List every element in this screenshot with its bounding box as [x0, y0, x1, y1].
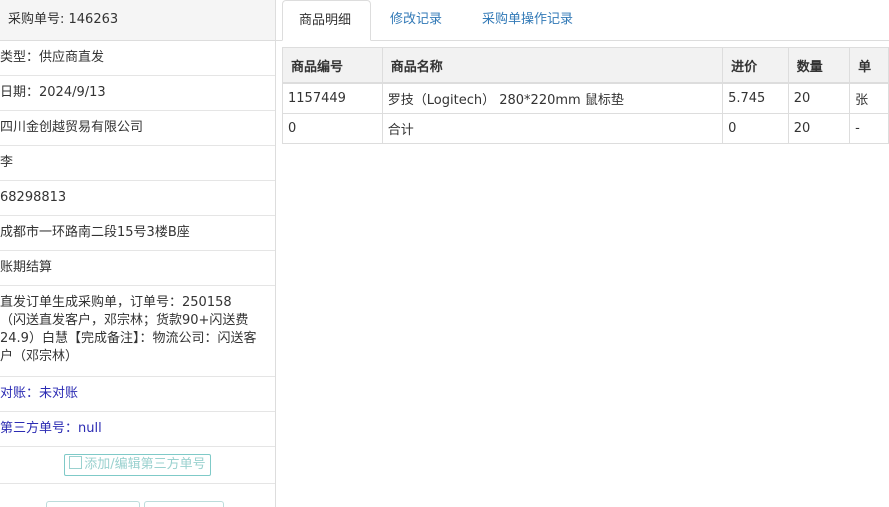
col-quantity: 数量	[787, 47, 851, 84]
edit-icon	[69, 456, 83, 469]
cell-price: 5.745	[722, 82, 789, 114]
table-row-total: 0 合计 0 20 -	[282, 113, 889, 144]
bottom-buttons-partial	[46, 501, 228, 507]
bottom-button-1[interactable]	[46, 501, 140, 507]
cell-product-name: 罗技（Logitech） 280*220mm 鼠标垫	[381, 82, 724, 114]
cell-product-name: 合计	[381, 113, 724, 144]
tab-product-details[interactable]: 商品明细	[282, 0, 371, 41]
third-party-number: 第三方单号：null	[0, 412, 275, 447]
cell-unit: 张	[849, 82, 889, 114]
col-unit: 单	[849, 47, 889, 84]
table-row: 1157449 罗技（Logitech） 280*220mm 鼠标垫 5.745…	[282, 82, 889, 114]
order-info-panel: 采购单号: 146263 类型：供应商直发 日期：2024/9/13 四川金创越…	[0, 0, 276, 507]
info-type: 类型：供应商直发	[0, 41, 275, 76]
bottom-button-2[interactable]	[144, 501, 224, 507]
cell-product-code: 0	[282, 113, 383, 144]
info-phone: 68298813	[0, 181, 275, 216]
product-table: 商品编号 商品名称 进价 数量 单 1157449 罗技（Logitech） 2…	[282, 47, 889, 144]
purchase-order-number: 采购单号: 146263	[0, 0, 275, 41]
table-header-row: 商品编号 商品名称 进价 数量 单	[282, 47, 889, 84]
tab-modification-log[interactable]: 修改记录	[374, 0, 458, 40]
third-party-button-row: 添加/编辑第三方单号	[0, 447, 275, 484]
info-remark: 直发订单生成采购单，订单号：250158（闪送直发客户，邓宗林；货款90+闪送费…	[0, 286, 275, 377]
reconcile-status: 对账：未对账	[0, 377, 275, 412]
tab-purchase-operation-log[interactable]: 采购单操作记录	[466, 0, 589, 40]
info-address: 成都市一环路南二段15号3楼B座	[0, 216, 275, 251]
cell-quantity: 20	[787, 113, 851, 144]
info-contact: 李	[0, 146, 275, 181]
detail-panel: 商品明细 修改记录 采购单操作记录 商品编号 商品名称 进价 数量 单 1157…	[276, 0, 889, 507]
cell-quantity: 20	[787, 82, 851, 114]
col-product-name: 商品名称	[381, 47, 724, 84]
info-supplier: 四川金创越贸易有限公司	[0, 111, 275, 146]
col-price: 进价	[722, 47, 789, 84]
add-edit-third-party-button[interactable]: 添加/编辑第三方单号	[64, 454, 211, 476]
cell-unit: -	[849, 113, 889, 144]
col-product-code: 商品编号	[282, 47, 383, 84]
info-payment-terms: 账期结算	[0, 251, 275, 286]
cell-price: 0	[722, 113, 789, 144]
add-edit-third-party-label: 添加/编辑第三方单号	[84, 457, 206, 472]
cell-product-code: 1157449	[282, 82, 383, 114]
info-date: 日期：2024/9/13	[0, 76, 275, 111]
tab-bar: 商品明细 修改记录 采购单操作记录	[276, 0, 889, 41]
